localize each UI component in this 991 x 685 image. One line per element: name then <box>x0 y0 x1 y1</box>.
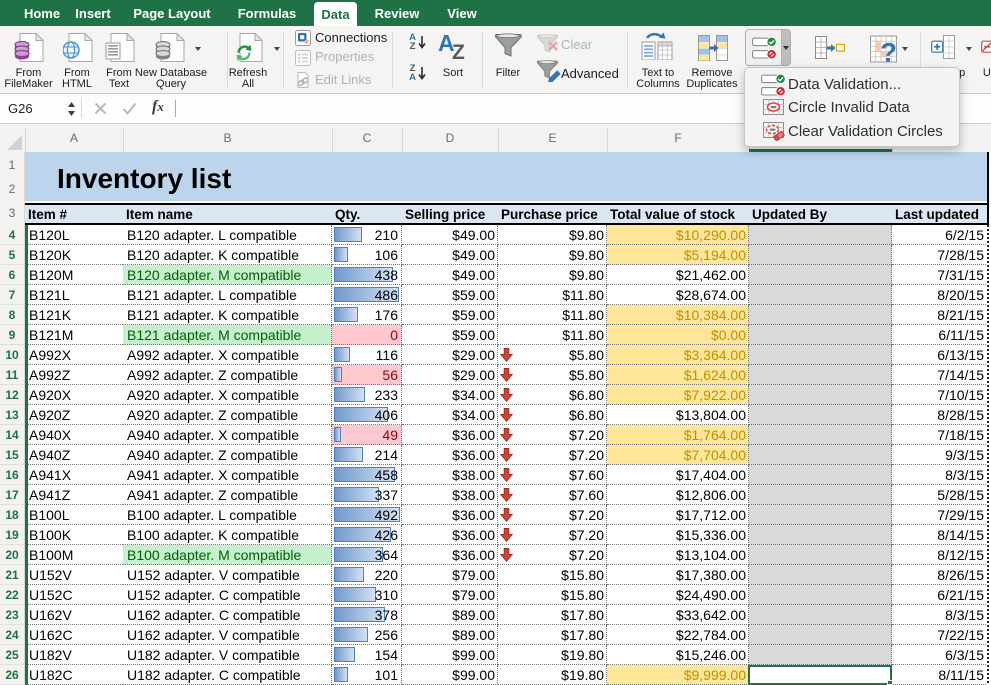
svg-text:?: ? <box>880 37 897 64</box>
